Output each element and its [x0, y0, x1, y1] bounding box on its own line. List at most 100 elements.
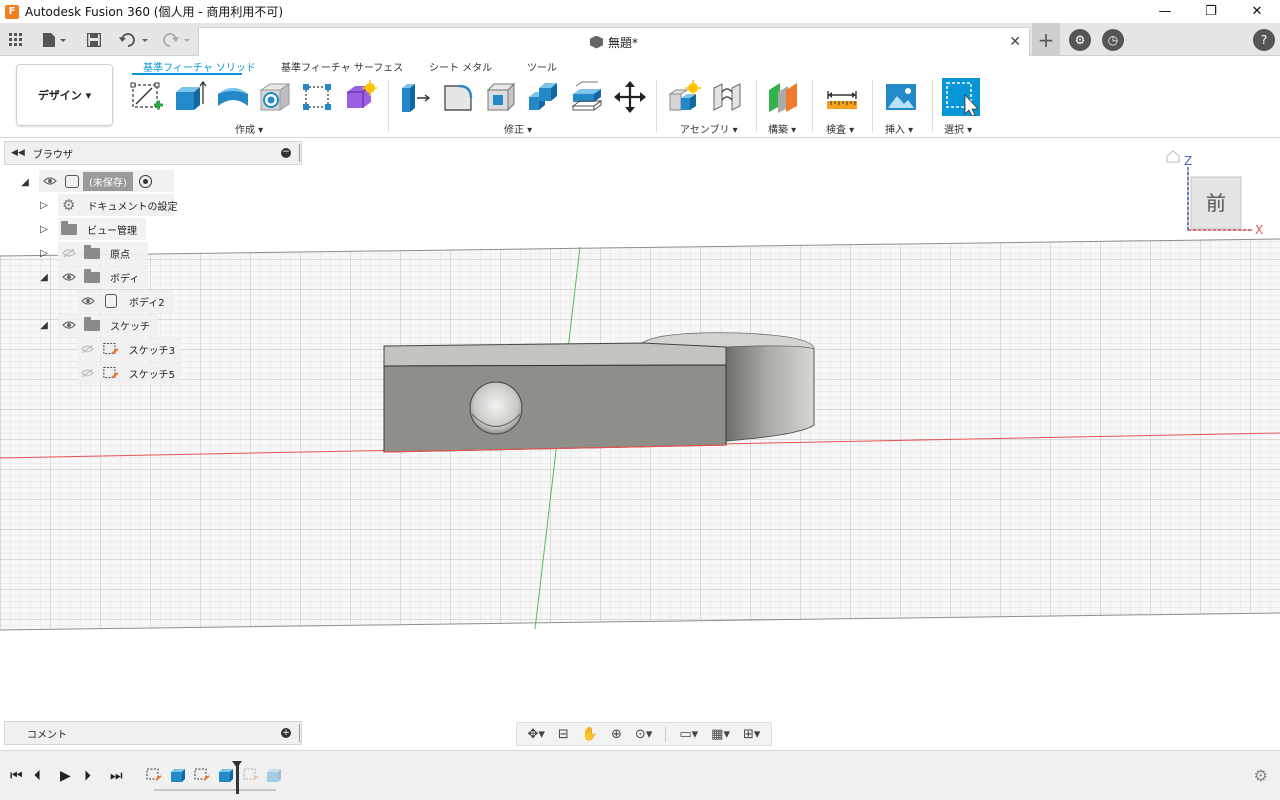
tab-tools[interactable]: ツール: [527, 59, 557, 74]
model-canvas[interactable]: [0, 139, 1280, 749]
create-group-label[interactable]: 作成 ▾: [235, 121, 263, 136]
press-pull-icon[interactable]: [398, 80, 432, 114]
last-icon[interactable]: ⏭: [110, 768, 123, 784]
add-comment-icon[interactable]: +: [281, 728, 291, 738]
timeline-marker[interactable]: [232, 761, 242, 794]
display-settings-icon[interactable]: ▭▾: [679, 727, 698, 742]
eye-icon[interactable]: [81, 296, 95, 306]
browser-item-body2[interactable]: ボディ2: [77, 290, 173, 312]
browser-panel-header[interactable]: ◀◀ ブラウザ −: [4, 141, 302, 165]
look-at-icon[interactable]: ⊟: [558, 727, 569, 742]
eye-icon[interactable]: [43, 176, 57, 186]
move-icon[interactable]: [613, 80, 647, 114]
joint-icon[interactable]: [710, 80, 744, 114]
shell-icon[interactable]: [484, 80, 518, 114]
measure-icon[interactable]: [825, 80, 859, 114]
first-icon[interactable]: ⏮: [10, 768, 23, 784]
next-icon[interactable]: ⏵: [84, 768, 91, 784]
root-expander[interactable]: ◢: [19, 176, 31, 188]
tab-sheet-metal[interactable]: シート メタル: [429, 59, 492, 74]
restore-button[interactable]: ❐: [1188, 0, 1234, 23]
expander-bodies[interactable]: ◢: [38, 271, 50, 283]
create-sketch-icon[interactable]: [130, 80, 164, 114]
new-component-icon[interactable]: [667, 80, 701, 114]
timeline-sketch-suppressed-icon[interactable]: [243, 768, 259, 782]
workspace-switcher[interactable]: デザイン ▾: [16, 64, 113, 126]
expander-origin[interactable]: ▷: [38, 247, 50, 259]
help-button[interactable]: ?: [1252, 23, 1276, 56]
select-group-label[interactable]: 選択 ▾: [944, 121, 972, 136]
job-status-button[interactable]: ◷: [1101, 23, 1125, 56]
pattern-icon[interactable]: [300, 80, 334, 114]
canvas-viewport[interactable]: [0, 139, 1280, 749]
browser-item-sketch3[interactable]: スケッチ3: [77, 338, 181, 360]
browser-item-view-management[interactable]: ビュー管理: [58, 218, 146, 240]
browser-item-origin[interactable]: 原点: [58, 242, 148, 264]
eye-icon[interactable]: [62, 272, 76, 282]
minimize-button[interactable]: —: [1142, 0, 1188, 23]
timeline-extrude-icon[interactable]: [218, 768, 234, 782]
activate-icon[interactable]: [138, 174, 152, 188]
fit-icon[interactable]: ⊙▾: [635, 727, 652, 742]
offset-face-icon[interactable]: [570, 80, 604, 114]
orbit-icon[interactable]: ✥▾: [528, 727, 545, 742]
revolve-icon[interactable]: [216, 80, 250, 114]
timeline-sketch-icon[interactable]: [146, 768, 162, 782]
combine-icon[interactable]: [527, 80, 561, 114]
eye-hidden-icon[interactable]: [81, 368, 94, 378]
browser-root-node[interactable]: (未保存): [39, 170, 174, 192]
viewports-icon[interactable]: ⊞▾: [743, 727, 760, 742]
select-icon[interactable]: [942, 78, 980, 116]
body2-model[interactable]: [383, 332, 815, 453]
tab-surface[interactable]: 基準フィーチャ サーフェス: [281, 59, 403, 74]
hole-icon[interactable]: [258, 80, 292, 114]
browser-item-sketches[interactable]: スケッチ: [58, 314, 158, 336]
browser-item-document-settings[interactable]: ⚙ ドキュメントの設定: [58, 194, 177, 216]
browser-item-sketch5[interactable]: スケッチ5: [77, 362, 181, 384]
undo-button[interactable]: [116, 23, 150, 56]
timeline-sketch-icon[interactable]: [194, 768, 210, 782]
home-view-icon[interactable]: [1166, 150, 1180, 163]
expander-document-settings[interactable]: ▷: [38, 199, 50, 211]
play-icon[interactable]: ▶: [60, 768, 71, 784]
timeline-extrude-suppressed-icon[interactable]: [266, 768, 282, 782]
modify-group-label[interactable]: 修正 ▾: [504, 121, 532, 136]
save-icon[interactable]: [84, 23, 104, 56]
offset-plane-icon[interactable]: [766, 80, 800, 114]
collapse-browser-icon[interactable]: ◀◀: [11, 148, 25, 158]
create-form-icon[interactable]: [343, 80, 377, 114]
new-tab-button[interactable]: +: [1032, 23, 1060, 56]
timeline-extrude-icon[interactable]: [170, 768, 186, 782]
eye-icon[interactable]: [62, 320, 76, 330]
grid-icon[interactable]: [4, 23, 28, 56]
minimize-browser-icon[interactable]: −: [281, 148, 291, 158]
eye-hidden-icon[interactable]: [81, 344, 94, 354]
view-cube[interactable]: 前 Z X: [1165, 150, 1275, 245]
close-tab-button[interactable]: ✕: [1009, 34, 1021, 50]
construct-group-label[interactable]: 構築 ▾: [768, 121, 796, 136]
pan-icon[interactable]: ✋: [582, 727, 598, 742]
pin-browser-icon[interactable]: [299, 144, 301, 162]
previous-icon[interactable]: ⏴: [34, 768, 41, 784]
eye-hidden-icon[interactable]: [62, 248, 76, 258]
expander-view-management[interactable]: ▷: [38, 223, 50, 235]
grid-settings-icon[interactable]: ▦▾: [711, 727, 730, 742]
expander-sketches[interactable]: ◢: [38, 319, 50, 331]
extensions-button[interactable]: ⚙: [1068, 23, 1092, 56]
extrude-icon[interactable]: [173, 80, 207, 114]
timeline-settings-gear-icon[interactable]: ⚙: [1254, 766, 1268, 785]
assemble-group-label[interactable]: アセンブリ ▾: [680, 121, 738, 136]
browser-item-bodies[interactable]: ボディ: [58, 266, 148, 288]
pin-comments-icon[interactable]: [299, 724, 301, 742]
file-menu-button[interactable]: [38, 23, 70, 56]
document-tab[interactable]: 無題* ✕: [198, 27, 1030, 56]
insert-image-icon[interactable]: [884, 80, 918, 114]
redo-button[interactable]: [158, 23, 192, 56]
fillet-icon[interactable]: [441, 80, 475, 114]
zoom-icon[interactable]: ⊕: [611, 727, 622, 742]
inspect-group-label[interactable]: 検査 ▾: [826, 121, 854, 136]
close-window-button[interactable]: ✕: [1234, 0, 1280, 23]
insert-group-label[interactable]: 挿入 ▾: [885, 121, 913, 136]
comments-panel-header[interactable]: コメント +: [4, 721, 302, 745]
tab-solid[interactable]: 基準フィーチャ ソリッド: [143, 59, 256, 74]
